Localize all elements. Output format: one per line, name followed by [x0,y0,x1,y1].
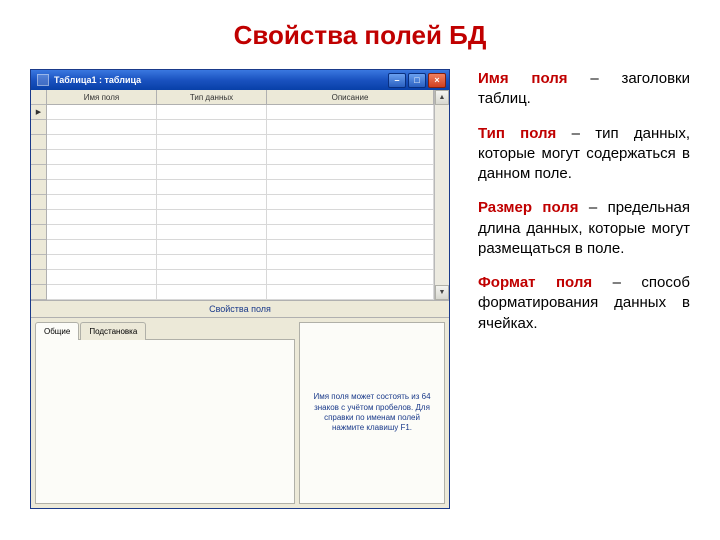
tab-lookup[interactable]: Подстановка [80,322,146,340]
row-selector[interactable] [31,240,46,255]
field-properties-label: Свойства поля [31,300,449,318]
definition-item: Имя поля – заголовки таблиц. [478,69,690,110]
vertical-scrollbar[interactable]: ▲ ▼ [434,90,449,300]
term: Тип поля [478,125,556,142]
row-selector-column: ▶ [31,90,47,300]
row-selector[interactable] [31,270,46,285]
close-button[interactable]: × [428,73,446,88]
definition-item: Тип поля – тип данных, которые могут сод… [478,124,690,185]
definitions: Имя поля – заголовки таблиц. Тип поля – … [478,69,690,509]
column-header-name[interactable]: Имя поля [47,90,157,105]
term: Имя поля [478,70,568,87]
property-tabs: Общие Подстановка [35,322,295,340]
scroll-track[interactable] [435,105,449,285]
row-selector[interactable] [31,195,46,210]
titlebar: Таблица1 : таблица – □ × [31,70,449,90]
definition-item: Размер поля – предельная длина данных, к… [478,198,690,259]
term: Формат поля [478,274,592,291]
maximize-button[interactable]: □ [408,73,426,88]
column-header-desc[interactable]: Описание [267,90,434,105]
window-title: Таблица1 : таблица [54,75,388,85]
scroll-up-button[interactable]: ▲ [435,90,449,105]
window-icon [37,74,49,86]
row-selector[interactable] [31,150,46,165]
row-selector[interactable] [31,180,46,195]
row-selector-header [31,90,46,105]
row-selector[interactable] [31,210,46,225]
row-selector[interactable] [31,120,46,135]
term: Размер поля [478,199,579,216]
tab-body [35,339,295,504]
row-selector[interactable] [31,225,46,240]
row-selector[interactable] [31,285,46,300]
row-selector[interactable] [31,255,46,270]
row-selector[interactable]: ▶ [31,105,46,120]
row-selector[interactable] [31,165,46,180]
hint-box: Имя поля может состоять из 64 знаков с у… [299,322,445,504]
slide-title: Свойства полей БД [0,0,720,69]
hint-text: Имя поля может состоять из 64 знаков с у… [310,392,434,434]
row-selector[interactable] [31,135,46,150]
definition-item: Формат поля – способ форматирования данн… [478,273,690,334]
field-grid: ▶ Имя поля Тип данных Описание [31,90,449,300]
field-properties-panel: Общие Подстановка Имя поля может состоят… [31,318,449,508]
column-header-type[interactable]: Тип данных [157,90,267,105]
grid-header: Имя поля Тип данных Описание [47,90,434,105]
tab-general[interactable]: Общие [35,322,79,340]
grid-rows[interactable] [47,105,434,300]
db-design-window: Таблица1 : таблица – □ × ▶ [30,69,450,509]
scroll-down-button[interactable]: ▼ [435,285,449,300]
minimize-button[interactable]: – [388,73,406,88]
